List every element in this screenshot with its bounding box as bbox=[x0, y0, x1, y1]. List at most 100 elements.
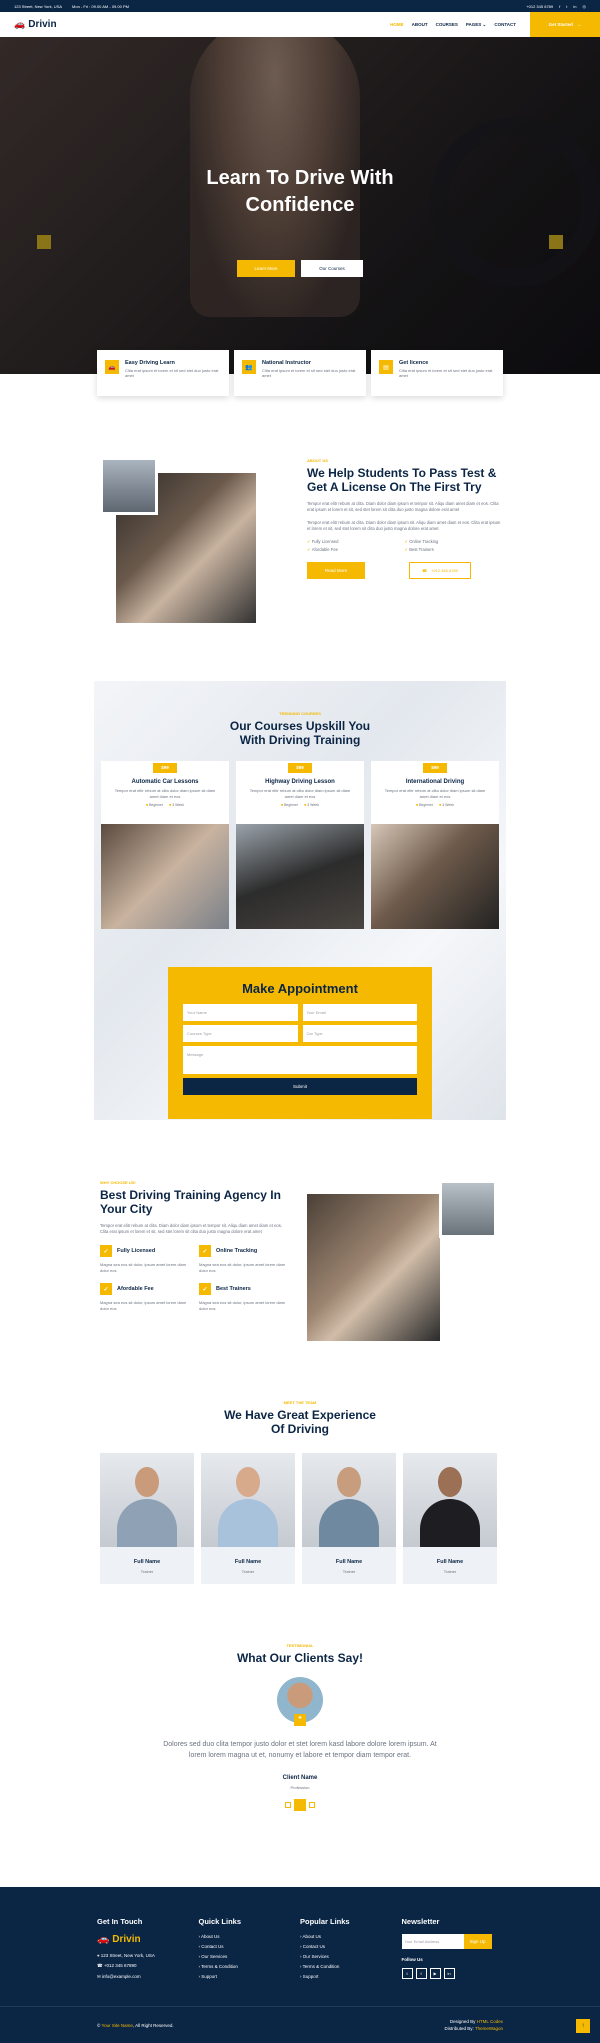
why-item-text: Magna sea eos sit dolor, ipsum amet lore… bbox=[100, 1262, 187, 1273]
team-eyebrow: Meet The Team bbox=[283, 1400, 317, 1405]
carousel-dot[interactable] bbox=[309, 1802, 315, 1808]
name-field[interactable]: Your Name bbox=[183, 1004, 298, 1021]
course-price: $99 bbox=[153, 763, 177, 773]
footer-link[interactable]: Contact Us bbox=[199, 1944, 301, 1949]
course-duration: 3 Week bbox=[304, 803, 319, 807]
our-courses-button[interactable]: Our Courses bbox=[301, 260, 363, 277]
footer-contact: Get In Touch 🚗 Drivin ⌖ 123 Street, New … bbox=[97, 1917, 199, 1984]
feature-title: National Instructor bbox=[262, 360, 311, 366]
car-icon: 🚗 bbox=[14, 19, 26, 29]
get-started-button[interactable]: Get Started → bbox=[530, 12, 600, 37]
member-name: Full Name bbox=[133, 1559, 161, 1565]
call-button[interactable]: ☎ +012 345 6789 bbox=[409, 562, 471, 579]
designer-link[interactable]: HTML Codex bbox=[477, 2019, 503, 2024]
carousel-prev-button[interactable] bbox=[37, 235, 51, 249]
nav-about[interactable]: ABOUT bbox=[412, 22, 428, 27]
message-field[interactable]: Message bbox=[183, 1046, 417, 1074]
carousel-dot-active[interactable] bbox=[294, 1799, 306, 1811]
about-small-image bbox=[100, 457, 158, 515]
why-small-image bbox=[439, 1180, 497, 1238]
course-card[interactable]: $99 Highway Driving Lesson Tempor erat e… bbox=[236, 761, 364, 929]
check-item: Afordable Fee bbox=[307, 547, 405, 552]
team-member-card[interactable]: Full Name Trainer bbox=[100, 1453, 194, 1584]
car-type-field[interactable]: Car Type bbox=[302, 1025, 417, 1042]
client-name: Client Name bbox=[282, 1775, 318, 1781]
course-card[interactable]: $99 Automatic Car Lessons Tempor erat el… bbox=[101, 761, 229, 929]
carousel-dot[interactable] bbox=[285, 1802, 291, 1808]
distributor-link[interactable]: ThemeWagon bbox=[475, 2026, 503, 2031]
phone-icon: ☎ bbox=[422, 568, 428, 573]
nav-courses[interactable]: COURSES bbox=[436, 22, 458, 27]
course-image bbox=[101, 824, 229, 929]
carousel-next-button[interactable] bbox=[549, 235, 563, 249]
check-item: Online Tracking bbox=[405, 539, 503, 544]
youtube-icon[interactable]: ▶ bbox=[429, 1968, 441, 1979]
footer-link[interactable]: About Us bbox=[199, 1934, 301, 1939]
feature-card: ▤ Get licence Clita erat ipsum et lorem e… bbox=[371, 350, 503, 396]
site-name-link[interactable]: Your Site Name bbox=[102, 2023, 133, 2028]
why-item-text: Magna sea eos sit dolor, ipsum amet lore… bbox=[199, 1262, 286, 1273]
instagram-icon[interactable]: ◎ bbox=[583, 4, 587, 9]
footer-logo[interactable]: 🚗 Drivin bbox=[97, 1934, 199, 1945]
why-paragraph: Tempor erat elitr rebum at clita. Diam d… bbox=[100, 1223, 282, 1234]
footer-link[interactable]: Our Services bbox=[300, 1954, 402, 1959]
team-member-card[interactable]: Full Name Trainer bbox=[403, 1453, 497, 1584]
nav-home[interactable]: HOME bbox=[390, 22, 404, 27]
course-price: $99 bbox=[288, 763, 312, 773]
footer-link[interactable]: Our Services bbox=[199, 1954, 301, 1959]
sign-up-button[interactable]: Sign Up bbox=[463, 1934, 492, 1949]
footer-link[interactable]: Terms & Condition bbox=[199, 1964, 301, 1969]
footer-link[interactable]: About Us bbox=[300, 1934, 402, 1939]
why-eyebrow: Why Choose Us! bbox=[100, 1180, 136, 1185]
why-item-text: Magna sea eos sit dolor, ipsum amet lore… bbox=[199, 1300, 286, 1311]
read-more-button[interactable]: Read More bbox=[307, 562, 365, 579]
check-icon: ✓ bbox=[199, 1283, 211, 1295]
footer-brand: Drivin bbox=[112, 1934, 141, 1945]
why-choose-section: Why Choose Us! Best Driving Training Age… bbox=[100, 1180, 500, 1345]
submit-button[interactable]: Submit bbox=[183, 1078, 417, 1095]
course-price: $99 bbox=[423, 763, 447, 773]
feature-text: Clita erat ipsum et lorem et sit sed ste… bbox=[125, 368, 219, 378]
team-member-card[interactable]: Full Name Trainer bbox=[302, 1453, 396, 1584]
courses-title: Our Courses Upskill You With Driving Tra… bbox=[229, 719, 371, 747]
team-member-card[interactable]: Full Name Trainer bbox=[201, 1453, 295, 1584]
feature-title: Get licence bbox=[399, 360, 429, 366]
course-card[interactable]: $99 International Driving Tempor erat el… bbox=[371, 761, 499, 929]
back-to-top-button[interactable]: ↑ bbox=[576, 2019, 590, 2033]
testimonial-section: Testimonial What Our Clients Say! ❝ Dolo… bbox=[160, 1643, 440, 1811]
nav-contact[interactable]: CONTACT bbox=[494, 22, 516, 27]
brand-logo[interactable]: 🚗 Drivin bbox=[14, 19, 57, 30]
footer-link[interactable]: Contact Us bbox=[300, 1944, 402, 1949]
feature-title: Easy Driving Learn bbox=[125, 360, 175, 366]
email-field[interactable]: Your Email bbox=[302, 1004, 417, 1021]
footer-link[interactable]: Support bbox=[300, 1974, 402, 1979]
nav-pages[interactable]: PAGES ⌄ bbox=[466, 22, 486, 28]
footer-link[interactable]: Terms & Condition bbox=[300, 1964, 402, 1969]
course-type-field[interactable]: Courses Type bbox=[183, 1025, 298, 1042]
footer-email: info@example.com bbox=[102, 1974, 141, 1979]
footer-heading: Popular Links bbox=[300, 1917, 350, 1926]
about-title: We Help Students To Pass Test & Get A Li… bbox=[307, 466, 497, 494]
check-item: Fully Licensed bbox=[307, 539, 405, 544]
why-item: ✓ Best Trainers Magna sea eos sit dolor, i… bbox=[199, 1283, 290, 1311]
hero-title: Learn To Drive With Confidence bbox=[206, 167, 394, 216]
linkedin-icon[interactable]: in bbox=[573, 4, 576, 9]
facebook-icon[interactable]: f bbox=[559, 4, 560, 9]
about-paragraph: Tempor erat elitr rebum at clita. Diam d… bbox=[307, 520, 501, 531]
check-icon: ✓ bbox=[100, 1283, 112, 1295]
twitter-icon[interactable]: t bbox=[401, 1968, 413, 1979]
facebook-icon[interactable]: f bbox=[415, 1968, 427, 1979]
footer-bottom: © Your Site Name, All Right Reserved. De… bbox=[0, 2006, 600, 2043]
copyright-text: , All Right Reserved. bbox=[132, 2022, 174, 2028]
chevron-down-icon: ⌄ bbox=[482, 21, 487, 27]
brand-name: Drivin bbox=[28, 19, 57, 30]
footer-link[interactable]: Support bbox=[199, 1974, 301, 1979]
member-photo bbox=[403, 1453, 497, 1547]
linkedin-icon[interactable]: in bbox=[443, 1968, 455, 1979]
twitter-icon[interactable]: t bbox=[566, 4, 567, 9]
member-name: Full Name bbox=[436, 1559, 464, 1565]
learn-more-button[interactable]: Learn More bbox=[237, 260, 295, 277]
newsletter-email-input[interactable]: Your Email Address bbox=[401, 1934, 464, 1949]
course-level: Beginner bbox=[146, 803, 163, 807]
feature-card: 👥 National Instructor Clita erat ipsum et… bbox=[234, 350, 366, 396]
